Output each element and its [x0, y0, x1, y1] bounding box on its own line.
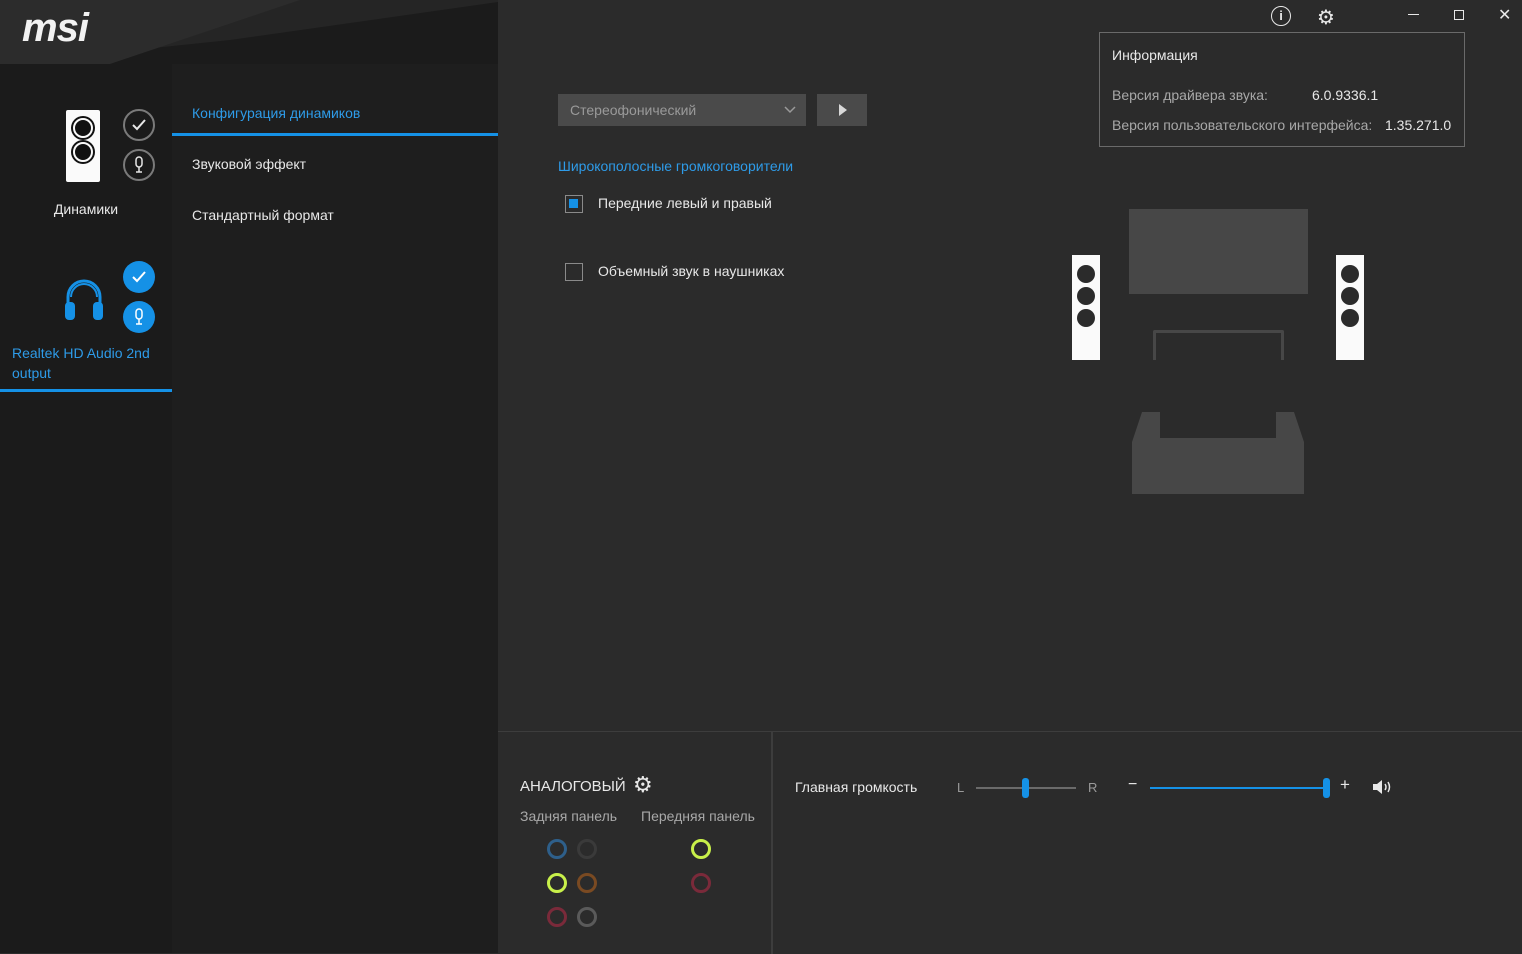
- rear-jack-gray[interactable]: [577, 907, 597, 927]
- msi-logo: msi: [22, 6, 89, 50]
- default-device-check-icon[interactable]: [123, 261, 155, 293]
- info-title: Информация: [1112, 47, 1198, 63]
- microphone-icon[interactable]: [123, 301, 155, 333]
- dropdown-value: Стереофонический: [570, 102, 697, 118]
- rear-jack-orange[interactable]: [577, 873, 597, 893]
- balance-thumb[interactable]: [1022, 778, 1029, 798]
- device-label: Динамики: [53, 201, 119, 217]
- balance-left-label: L: [957, 780, 965, 795]
- checkbox-surround-label: Объемный звук в наушниках: [598, 263, 785, 279]
- play-icon: [839, 104, 847, 116]
- tv-stand: [1153, 330, 1284, 360]
- close-icon[interactable]: ✕: [1498, 5, 1511, 25]
- front-jack-pink[interactable]: [691, 873, 711, 893]
- settings-nav: Конфигурация динамиков Звуковой эффект С…: [172, 64, 498, 953]
- checkbox-front-label: Передние левый и правый: [598, 195, 772, 211]
- rear-jack-black[interactable]: [577, 839, 597, 859]
- connector-settings-gear-icon[interactable]: ⚙: [633, 772, 653, 798]
- rear-panel-label: Задняя панель: [520, 808, 618, 824]
- set-default-check-icon[interactable]: [123, 109, 155, 141]
- driver-version-value: 6.0.9336.1: [1312, 87, 1379, 103]
- info-icon[interactable]: i: [1271, 6, 1291, 26]
- tv-screen: [1129, 209, 1308, 294]
- volume-plus-button[interactable]: +: [1340, 775, 1350, 795]
- driver-version-label: Версия драйвера звука:: [1112, 87, 1268, 103]
- balance-slider[interactable]: [976, 776, 1076, 800]
- sofa-icon: [1132, 412, 1304, 494]
- play-test-button[interactable]: [817, 94, 867, 126]
- balance-right-label: R: [1088, 780, 1098, 795]
- maximize-icon[interactable]: [1454, 10, 1464, 20]
- analog-title: АНАЛОГОВЫЙ: [520, 778, 626, 795]
- front-jack-green[interactable]: [691, 839, 711, 859]
- rear-jack-pink[interactable]: [547, 907, 567, 927]
- ui-version-value: 1.35.271.0: [1385, 117, 1452, 133]
- left-speaker-icon[interactable]: [1072, 255, 1100, 360]
- master-volume-label: Главная громкость: [795, 779, 918, 795]
- headphones-icon: [62, 275, 106, 328]
- gear-icon[interactable]: ⚙: [1317, 5, 1335, 30]
- device-label: Realtek HD Audio 2nd output: [12, 345, 150, 381]
- section-title: Широкополосные громкоговорители: [558, 158, 794, 174]
- device-speakers[interactable]: Динамики: [0, 100, 172, 230]
- tab-default-format[interactable]: Стандартный формат: [192, 207, 334, 223]
- right-speaker-icon[interactable]: [1336, 255, 1364, 360]
- checkbox-front[interactable]: [565, 195, 583, 213]
- rear-jack-blue[interactable]: [547, 839, 567, 859]
- bottom-panel: АНАЛОГОВЫЙ ⚙ Задняя панель Передняя пане…: [498, 731, 1522, 954]
- speaker-icon: [66, 110, 100, 182]
- checkbox-surround[interactable]: [565, 263, 583, 281]
- minimize-icon[interactable]: [1408, 14, 1419, 15]
- ui-version-label: Версия пользовательского интерфейса:: [1112, 117, 1373, 133]
- panel-divider: [771, 732, 773, 954]
- front-panel-label: Передняя панель: [641, 808, 755, 824]
- volume-slider[interactable]: [1150, 776, 1330, 800]
- speaker-volume-icon[interactable]: [1372, 778, 1394, 796]
- room-illustration: [1058, 200, 1438, 500]
- rear-jack-green[interactable]: [547, 873, 567, 893]
- speaker-config-dropdown[interactable]: Стереофонический: [558, 94, 806, 126]
- tab-speaker-config[interactable]: Конфигурация динамиков: [192, 105, 360, 121]
- tab-sound-effect[interactable]: Звуковой эффект: [192, 156, 306, 172]
- chevron-down-icon: [784, 106, 796, 114]
- active-tab-underline: [172, 133, 498, 136]
- volume-thumb[interactable]: [1323, 778, 1330, 798]
- main-panel: i ⚙ ✕ Стереофонический Широкополосные гр…: [498, 0, 1522, 731]
- volume-minus-button[interactable]: −: [1128, 776, 1137, 794]
- device-headphones[interactable]: Realtek HD Audio 2nd output: [0, 255, 172, 392]
- info-popup: Информация Версия драйвера звука: 6.0.93…: [1099, 32, 1465, 147]
- microphone-icon[interactable]: [123, 149, 155, 181]
